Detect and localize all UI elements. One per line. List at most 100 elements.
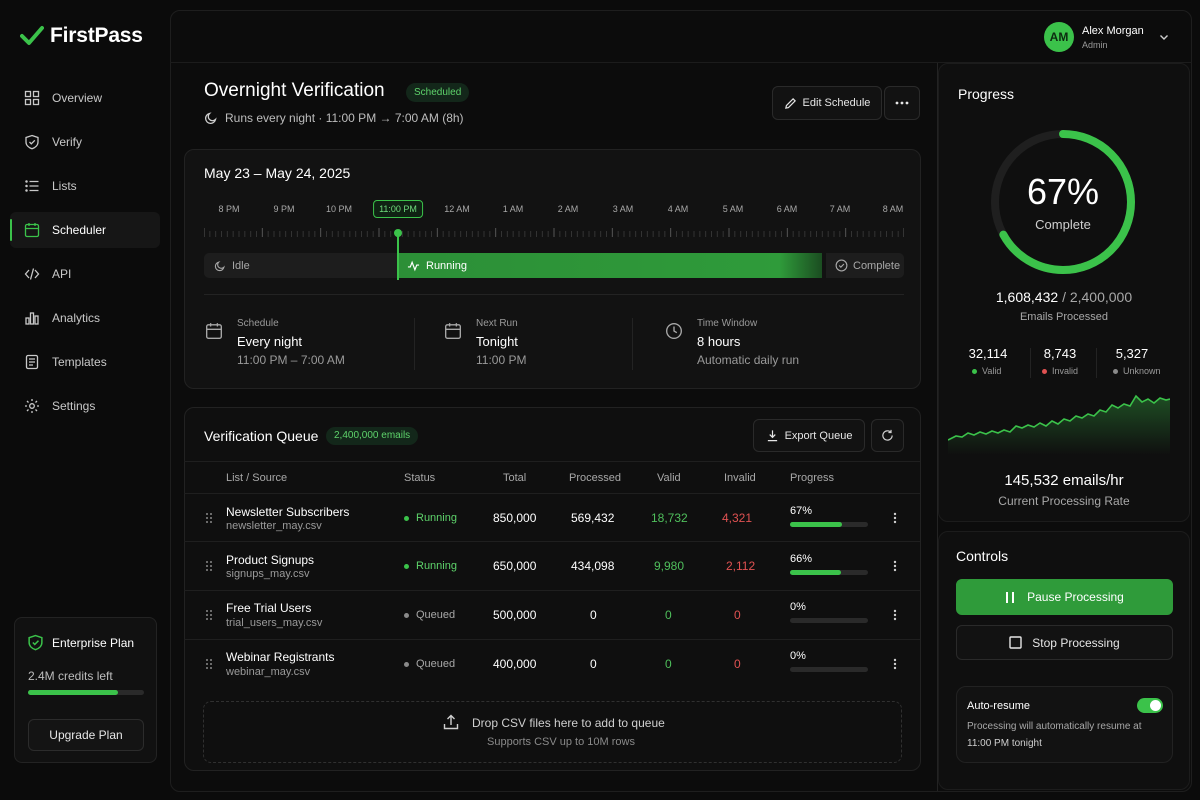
page-title: Overnight Verification [204, 80, 385, 101]
sidebar-item-label: API [52, 267, 72, 281]
processing-rate-label: Current Processing Rate [998, 494, 1130, 508]
row-processed: 0 [590, 608, 597, 622]
drag-handle-icon[interactable] [205, 512, 213, 524]
row-processed: 0 [590, 657, 597, 671]
moon-icon [204, 112, 217, 125]
row-progress-bar [790, 570, 868, 575]
user-menu[interactable]: AM Alex Morgan Admin [1044, 22, 1170, 52]
export-queue-label: Export Queue [784, 429, 853, 442]
queue-count-badge: 2,400,000 emails [326, 427, 419, 445]
timeline-hour: 12 AM [444, 204, 470, 214]
upload-icon [443, 714, 459, 730]
sidebar-item-overview[interactable]: Overview [10, 80, 160, 116]
row-processed: 569,432 [571, 511, 615, 525]
more-vertical-icon[interactable] [893, 512, 897, 524]
info-label: Schedule [237, 318, 279, 329]
timeline-divider [204, 294, 904, 295]
logo[interactable]: FirstPass [20, 24, 143, 48]
upgrade-plan-button[interactable]: Upgrade Plan [28, 719, 144, 751]
unknown-count: 5,327 [1115, 346, 1149, 361]
info-sub: 11:00 PM – 7:00 AM [237, 353, 345, 367]
user-role: Admin [1082, 39, 1108, 50]
more-vertical-icon[interactable] [893, 658, 897, 670]
row-progress-label: 0% [790, 650, 806, 662]
sidebar-item-scheduler[interactable]: Scheduler [10, 212, 160, 248]
stop-icon [1009, 636, 1022, 649]
csv-dropzone[interactable] [203, 701, 902, 763]
sidebar-item-api[interactable]: API [10, 256, 160, 292]
info-divider [632, 318, 633, 370]
sidebar-item-templates[interactable]: Templates [10, 344, 160, 380]
schedule-summary-text: Runs every night · 11:00 PM → 7:00 AM (8… [225, 111, 464, 125]
column-header: Status [404, 472, 436, 484]
shield-check-icon [25, 134, 39, 150]
activity-icon [407, 260, 420, 271]
row-progress-label: 0% [790, 601, 806, 613]
check-circle-icon [835, 259, 848, 272]
stat-label-text: Valid [982, 366, 1002, 376]
more-options-button[interactable] [884, 86, 920, 120]
credits-bar [28, 690, 144, 695]
sidebar-item-label: Overview [52, 91, 103, 105]
stat-divider [1096, 348, 1097, 378]
table-divider [184, 541, 920, 542]
row-status: Running [404, 560, 457, 572]
invalid-dot [1042, 368, 1047, 374]
current-time-dot [394, 229, 402, 237]
table-divider [184, 590, 920, 591]
calendar-icon [24, 223, 40, 238]
auto-resume-toggle[interactable] [1137, 698, 1163, 713]
row-file: signups_may.csv [226, 568, 310, 580]
plan-title: Enterprise Plan [27, 634, 134, 651]
bar-chart-icon [25, 312, 39, 325]
valid-dot [972, 368, 977, 374]
status-badge: Scheduled [406, 83, 470, 102]
row-progress-bar [790, 522, 868, 527]
stop-processing-button[interactable]: Stop Processing [956, 625, 1173, 660]
sidebar-item-verify[interactable]: Verify [10, 124, 160, 160]
pause-processing-button[interactable]: Pause Processing [956, 579, 1173, 615]
row-progress-fill [790, 522, 843, 527]
row-processed: 434,098 [571, 559, 615, 573]
more-vertical-icon[interactable] [893, 609, 897, 621]
processing-rate-sparkline [948, 394, 1170, 455]
timeline-hour: 5 AM [722, 204, 744, 214]
info-label: Next Run [476, 318, 518, 329]
timeline-current-hour: 11:00 PM [373, 200, 423, 218]
gear-icon [25, 399, 39, 413]
table-divider [184, 639, 920, 640]
row-valid: 0 [665, 657, 672, 671]
processed-label: Emails Processed [1019, 311, 1109, 323]
row-status-label: Queued [416, 609, 456, 621]
status-dot [404, 612, 409, 618]
row-name: Free Trial Users [226, 601, 312, 615]
timeline-segment-running: Running [397, 253, 822, 278]
stat-label-text: Unknown [1123, 366, 1161, 376]
pause-processing-label: Pause Processing [1027, 590, 1124, 604]
timeline-hour: 10 PM [325, 204, 353, 214]
sidebar-item-lists[interactable]: Lists [10, 168, 160, 204]
row-status-label: Queued [416, 658, 456, 670]
sidebar-item-settings[interactable]: Settings [10, 388, 160, 424]
table-divider [184, 461, 920, 462]
timeline-segment-complete: Complete [826, 253, 904, 278]
invalid-count: 8,743 [1043, 346, 1077, 361]
export-queue-button[interactable]: Export Queue [753, 419, 865, 452]
refresh-button[interactable] [871, 419, 904, 452]
row-progress-label: 66% [790, 553, 813, 565]
more-vertical-icon[interactable] [893, 560, 897, 572]
drag-handle-icon[interactable] [205, 658, 213, 670]
drag-handle-icon[interactable] [205, 609, 213, 621]
queue-title: Verification Queue [204, 428, 319, 444]
row-invalid: 0 [734, 608, 741, 622]
info-next-run: Next Run Tonight 11:00 PM [444, 318, 526, 367]
row-name: Webinar Registrants [226, 650, 335, 664]
row-status: Queued [404, 658, 455, 670]
timeline-hour: 3 AM [612, 204, 634, 214]
stat-label-text: Invalid [1052, 366, 1079, 376]
drag-handle-icon[interactable] [205, 560, 213, 572]
app-name: FirstPass [50, 24, 143, 47]
sidebar-nav: Overview Verify Lists Scheduler API Anal… [10, 80, 160, 432]
edit-schedule-button[interactable]: Edit Schedule [772, 86, 882, 120]
sidebar-item-analytics[interactable]: Analytics [10, 300, 160, 336]
